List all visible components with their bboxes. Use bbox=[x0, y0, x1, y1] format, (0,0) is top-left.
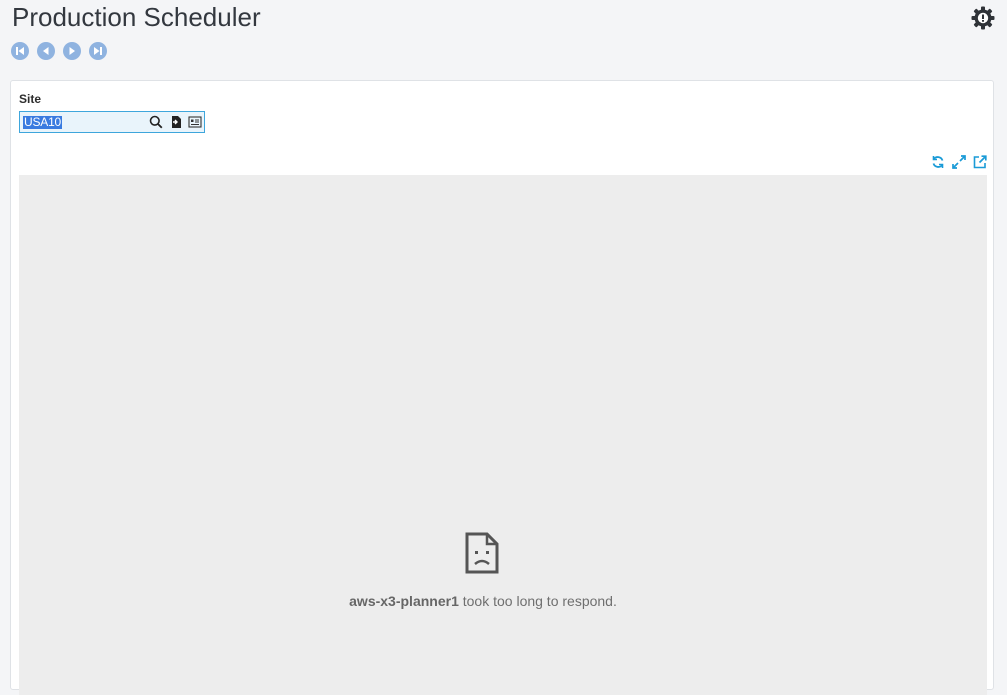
next-icon[interactable] bbox=[63, 42, 81, 60]
embedded-frame: aws-x3-planner1 took too long to respond… bbox=[19, 175, 987, 695]
search-icon[interactable] bbox=[149, 115, 163, 129]
site-label: Site bbox=[19, 92, 42, 106]
main-panel: Site USA10 aws-x3-planner1 took too long… bbox=[10, 80, 994, 695]
skip-last-icon[interactable] bbox=[89, 42, 107, 60]
refresh-icon[interactable] bbox=[931, 155, 945, 169]
skip-first-icon[interactable] bbox=[11, 42, 29, 60]
gear-icon[interactable] bbox=[970, 5, 996, 31]
page-title: Production Scheduler bbox=[12, 2, 261, 32]
detail-card-icon[interactable] bbox=[188, 115, 202, 129]
sad-document-icon bbox=[465, 532, 499, 574]
expand-icon[interactable] bbox=[952, 155, 966, 169]
open-external-icon[interactable] bbox=[973, 155, 987, 169]
site-field[interactable]: USA10 bbox=[19, 111, 205, 133]
site-input-value[interactable]: USA10 bbox=[23, 116, 63, 129]
error-description: took too long to respond. bbox=[458, 593, 617, 609]
error-message: aws-x3-planner1 took too long to respond… bbox=[19, 593, 947, 609]
error-host: aws-x3-planner1 bbox=[349, 593, 459, 609]
panel-tools bbox=[931, 155, 987, 169]
previous-icon[interactable] bbox=[37, 42, 55, 60]
select-entry-icon[interactable] bbox=[169, 115, 183, 129]
record-navigation bbox=[11, 42, 107, 60]
